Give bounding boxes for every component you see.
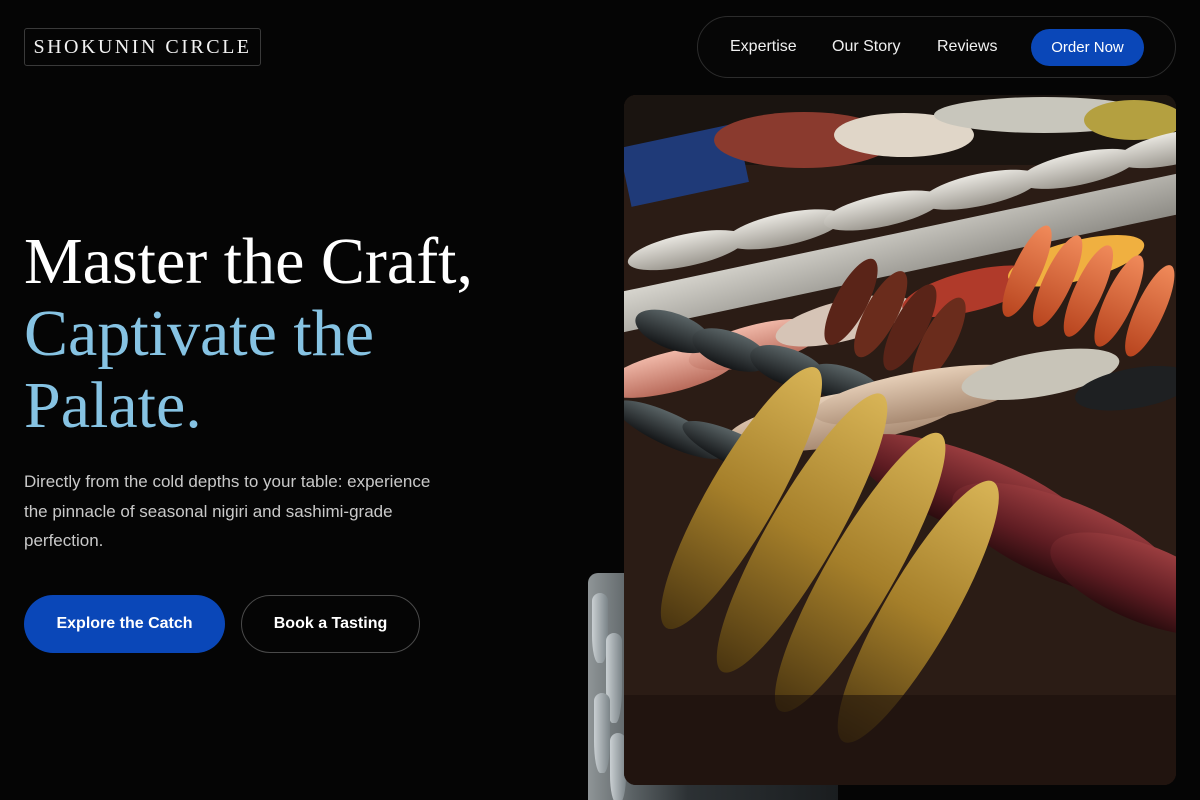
hero-subtext: Directly from the cold depths to your ta… bbox=[24, 472, 431, 550]
fish-market-display-photo bbox=[624, 95, 1176, 785]
brand-logo[interactable]: SHOKUNIN CIRCLE bbox=[24, 28, 261, 66]
hero-headline: Master the Craft, Captivate the Palate. bbox=[24, 226, 584, 442]
nav-link-expertise[interactable]: Expertise bbox=[730, 38, 797, 56]
explore-catch-button[interactable]: Explore the Catch bbox=[24, 595, 225, 653]
headline-line-1: Master the Craft, bbox=[24, 225, 474, 298]
nav-link-reviews[interactable]: Reviews bbox=[937, 38, 997, 56]
top-navigation: Expertise Our Story Reviews Order Now bbox=[697, 16, 1176, 78]
headline-line-2: Captivate the bbox=[24, 297, 375, 370]
order-now-button[interactable]: Order Now bbox=[1031, 29, 1144, 66]
book-tasting-button[interactable]: Book a Tasting bbox=[241, 595, 420, 653]
nav-link-our-story[interactable]: Our Story bbox=[832, 38, 900, 56]
headline-line-3: Palate. bbox=[24, 369, 202, 442]
